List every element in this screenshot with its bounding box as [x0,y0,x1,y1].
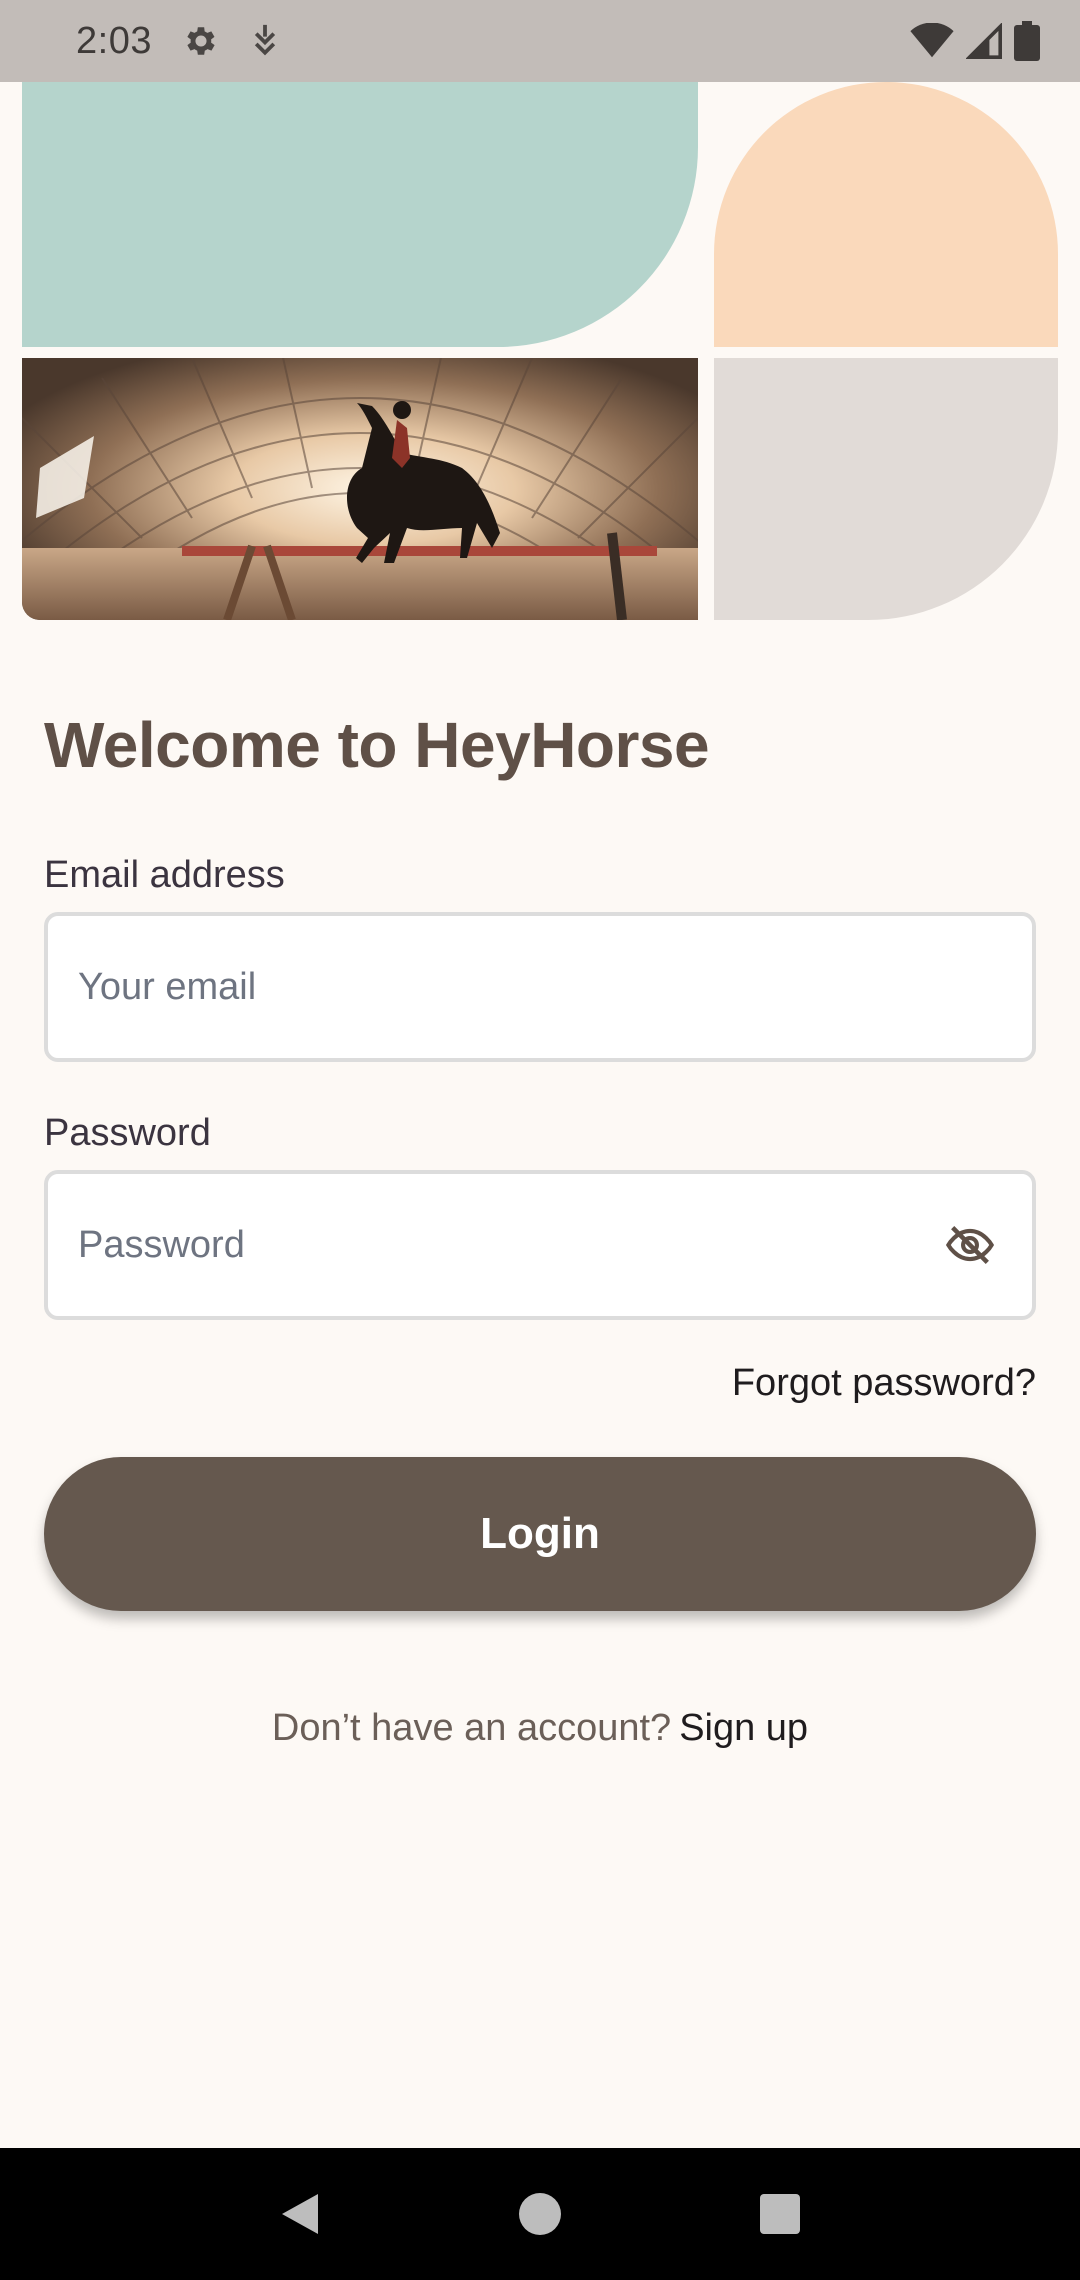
email-field-container [44,912,1036,1062]
hero-tile-peach [714,82,1058,347]
password-field[interactable] [78,1223,1002,1267]
home-icon[interactable] [510,2184,570,2244]
login-form: Welcome to HeyHorse Email address Passwo… [44,700,1036,1750]
forgot-password-link[interactable]: Forgot password? [732,1362,1036,1405]
page-title: Welcome to HeyHorse [44,709,710,781]
signup-prompt: Don’t have an account? [271,1707,672,1749]
battery-icon [1014,21,1040,61]
signup-row: Don’t have an account? Sign up [44,1707,1036,1750]
forgot-row: Forgot password? [44,1362,1036,1405]
email-field[interactable] [78,965,1002,1009]
download-icon [250,22,280,60]
hero-tile-green [22,82,698,347]
hero-tile-grey [714,358,1058,620]
eye-off-icon[interactable] [942,1217,998,1273]
password-label: Password [44,1112,211,1154]
wifi-icon [910,23,954,59]
login-button[interactable]: Login [44,1457,1036,1611]
horse-jumping-photo [22,358,698,620]
signal-icon [966,23,1002,59]
hero-collage [0,82,1080,622]
recents-icon[interactable] [750,2184,810,2244]
email-label: Email address [44,854,285,896]
status-time: 2:03 [76,19,152,62]
navigation-bar [0,2148,1080,2280]
password-field-container [44,1170,1036,1320]
status-left: 2:03 [76,20,280,63]
status-bar: 2:03 [0,0,1080,82]
signup-link[interactable]: Sign up [679,1707,808,1749]
gear-icon [182,22,220,60]
status-right [910,21,1040,61]
back-icon[interactable] [270,2184,330,2244]
